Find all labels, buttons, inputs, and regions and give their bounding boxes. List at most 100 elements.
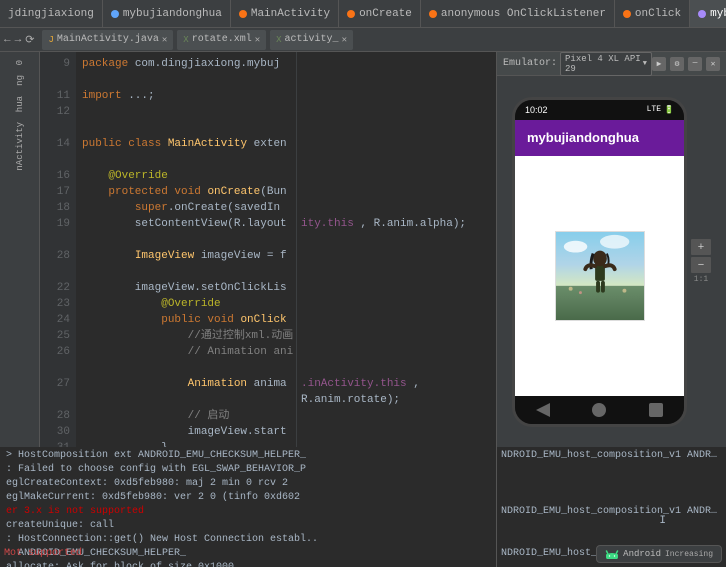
sidebar-label-ng: ng (13, 71, 27, 90)
tab-mybujiandonghua-1[interactable]: mybujiandonghua (103, 0, 231, 27)
forward-arrow-icon[interactable]: → (15, 34, 22, 46)
console-line: > HostComposition ext ANDROID_EMU_CHECKS… (6, 449, 490, 463)
code-line: } (82, 440, 290, 447)
back-button[interactable] (536, 403, 550, 417)
tab-dot-icon (111, 10, 119, 18)
file-tab-activity[interactable]: X activity_ ✕ (270, 30, 353, 50)
phone-bottom-nav (515, 396, 684, 424)
emulator-toolbar: Emulator: Pixel 4 XL API 29 ▼ ▶ ⚙ ─ ✕ (497, 52, 726, 76)
console-right: NDROID_EMU_host_composition_v1 ANDROID_E… (496, 447, 726, 567)
tab-label: mybujiandonghua (710, 8, 726, 20)
code-line (82, 120, 290, 136)
settings-icon[interactable]: ⚙ (670, 57, 684, 71)
scene-svg (556, 232, 644, 320)
app-content (515, 156, 684, 396)
tab-label: MainActivity (251, 8, 330, 20)
code-line: @Override (82, 168, 290, 184)
tab-dot-icon (623, 10, 631, 18)
emulator-device-selector[interactable]: Pixel 4 XL API 29 ▼ (560, 52, 652, 76)
phone-image-view[interactable] (555, 231, 645, 321)
recent-icon[interactable]: ⟳ (25, 33, 34, 47)
tab-mainactivity[interactable]: MainActivity (231, 0, 339, 27)
tab-dot-icon (429, 10, 437, 18)
console-line: : Failed to choose config with EGL_SWAP_… (6, 463, 490, 477)
code-line: // 启动 (82, 408, 290, 424)
file-tab-close-icon[interactable]: ✕ (162, 35, 167, 45)
console-line (501, 491, 722, 505)
tab-oncreate[interactable]: onCreate (339, 0, 421, 27)
code-line (82, 72, 290, 88)
app-toolbar: mybujiandonghua (515, 120, 684, 156)
tab-label: jdingjiaxiong (8, 8, 94, 20)
code-line (82, 152, 290, 168)
sidebar-label-0: 0 (13, 56, 27, 69)
file-tab-label: MainActivity.java (57, 34, 159, 45)
home-button[interactable] (592, 403, 606, 417)
code-line: ImageView imageView = f (82, 248, 290, 264)
zoom-out-button[interactable]: − (691, 257, 711, 273)
tab-anonymous-listener[interactable]: anonymous OnClickListener (421, 0, 615, 27)
file-tab-mainactivity[interactable]: J MainActivity.java ✕ (42, 30, 173, 50)
zoom-in-button[interactable]: + (691, 239, 711, 255)
console-line (501, 519, 722, 533)
phone-container: 10:02 LTE 🔋 mybujiandonghua (497, 76, 726, 447)
code-editor: 9 11 12 14 16 17 18 19 28 22 23 24 25 26 (40, 52, 296, 447)
tab-dot-icon (347, 10, 355, 18)
code-line (82, 360, 290, 376)
code-line: imageView.setOnClickLis (82, 280, 290, 296)
code-line: import ...; (82, 88, 290, 104)
file-tab-label: activity_ (285, 34, 339, 45)
tab-jdingjiaxiong[interactable]: jdingjiaxiong (0, 0, 103, 27)
java-icon: J (48, 35, 53, 45)
code-line: super.onCreate(savedIn (82, 200, 290, 216)
tab-label: anonymous OnClickListener (441, 8, 606, 20)
console-line-error: er 3.x is not supported (6, 505, 490, 519)
phone-status-bar: 10:02 LTE 🔋 (515, 100, 684, 120)
file-tab-close-icon[interactable]: ✕ (342, 35, 347, 45)
back-arrow-icon[interactable]: ← (4, 34, 11, 46)
chevron-down-icon: ▼ (643, 60, 647, 68)
tab-mybujiandonghua-2[interactable]: mybujiandonghua ✕ (690, 0, 726, 27)
sidebar-label-hua: hua (13, 92, 27, 116)
tab-label: onCreate (359, 8, 412, 20)
code-line (82, 264, 290, 280)
console-line (501, 477, 722, 491)
code-line: Animation anima (82, 376, 290, 392)
console-line: eglMakeCurrent: 0xd5feb980: ver 2 0 (tin… (6, 491, 490, 505)
zoom-controls: + − 1:1 (691, 239, 711, 284)
file-tab-rotate[interactable]: X rotate.xml ✕ (177, 30, 266, 50)
android-notification[interactable]: Android Increasing (596, 545, 722, 563)
file-tab-label: rotate.xml (192, 34, 252, 45)
toolbar-row: ← → ⟳ J MainActivity.java ✕ X rotate.xml… (0, 28, 726, 52)
console-line: eglCreateContext: 0xd5feb980: maj 2 min … (6, 477, 490, 491)
play-icon[interactable]: ▶ (652, 57, 666, 71)
recents-button[interactable] (649, 403, 663, 417)
emulator-device-area: Emulator: Pixel 4 XL API 29 ▼ (503, 52, 652, 76)
tab-onclick[interactable]: onClick (615, 0, 690, 27)
close-icon[interactable]: ✕ (706, 57, 720, 71)
code-line: // Animation ani (82, 344, 290, 360)
emulator-title-label: Emulator: (503, 58, 557, 69)
code-line: protected void onCreate(Bun (82, 184, 290, 200)
minimize-icon[interactable]: ─ (688, 57, 702, 71)
android-logo-icon (605, 549, 619, 559)
code-line (82, 392, 290, 408)
battery-icon: 🔋 (664, 105, 674, 115)
code-line: package com.dingjiaxiong.mybuj (82, 56, 290, 72)
code-line: setContentView(R.layout (82, 216, 290, 232)
line-numbers: 9 11 12 14 16 17 18 19 28 22 23 24 25 26 (40, 52, 76, 447)
code-right-content: ity.this , R.anim.alpha); .inActivity.th… (297, 52, 496, 412)
emulator-toolbar-icons: ▶ ⚙ ─ ✕ (652, 57, 720, 71)
code-line: public void onClick (82, 312, 290, 328)
code-line: @Override (82, 296, 290, 312)
code-line: public class MainActivity exten (82, 136, 290, 152)
signal-icon: LTE (647, 105, 661, 114)
console-left: > HostComposition ext ANDROID_EMU_CHECKS… (0, 447, 496, 567)
console-line (501, 463, 722, 477)
code-line (82, 104, 290, 120)
zoom-ratio-label: 1:1 (694, 275, 708, 284)
app-title: mybujiandonghua (527, 130, 639, 145)
tab-dot-icon (698, 10, 706, 18)
file-tab-close-icon[interactable]: ✕ (255, 35, 260, 45)
tab-bar: jdingjiaxiong mybujiandonghua MainActivi… (0, 0, 726, 28)
